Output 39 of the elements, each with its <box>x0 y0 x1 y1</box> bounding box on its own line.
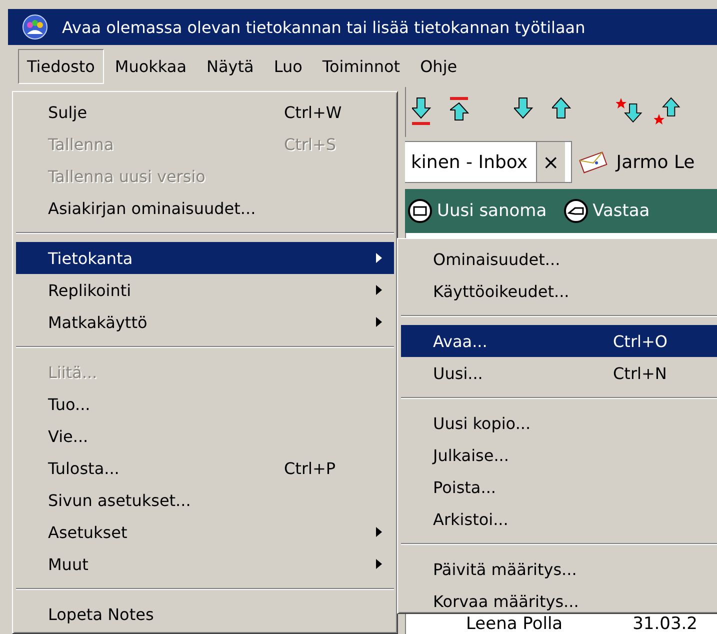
toolbar-button[interactable]: Vastaa <box>562 198 650 224</box>
menu-item[interactable]: Muut <box>16 548 394 580</box>
menu-item[interactable]: Lopeta Notes <box>16 598 394 630</box>
menu-item[interactable]: Matkakäyttö <box>16 306 394 338</box>
toolbar-button[interactable]: Uusi sanoma <box>407 198 547 224</box>
menu-item[interactable]: Uusi kopio... <box>401 407 717 439</box>
menu-bar-item[interactable]: Näytä <box>198 48 263 84</box>
menu-item[interactable]: Ominaisuudet... <box>401 243 717 275</box>
menu-item[interactable]: Tulosta... Ctrl+P <box>16 452 394 484</box>
table-cell: Leena Polla <box>466 614 563 634</box>
close-tab-button[interactable]: × <box>536 142 566 182</box>
menu-bar-item[interactable]: Tiedosto <box>18 48 104 84</box>
menu-bar-item[interactable]: Toiminnot <box>313 48 410 84</box>
menu-item[interactable]: Sulje Ctrl+W <box>16 96 394 128</box>
starred-arrow-up-icon <box>654 97 682 127</box>
menu-item[interactable]: Tietokanta <box>16 242 394 274</box>
menu-item[interactable]: Tuo... <box>16 388 394 420</box>
menu-item[interactable]: Korvaa määritys... <box>401 585 717 617</box>
menu-bar-item[interactable]: Muokkaa <box>106 48 196 84</box>
menu-item[interactable]: Päivitä määritys... <box>401 553 717 585</box>
menu-item[interactable]: Avaa... Ctrl+O <box>401 325 717 357</box>
menu-item[interactable]: Arkistoi... <box>401 503 717 535</box>
menu-item[interactable]: Käyttöoikeudet... <box>401 275 717 307</box>
menu-item[interactable]: Replikointi <box>16 274 394 306</box>
menu-bar-item[interactable]: Luo <box>264 48 312 84</box>
menu-item[interactable]: Julkaise... <box>401 439 717 471</box>
app-icon <box>22 14 48 40</box>
menu-item[interactable]: Sivun asetukset... <box>16 484 394 516</box>
tab[interactable]: kinen - Inbox × <box>405 141 572 183</box>
menu-item[interactable]: Uusi... Ctrl+N <box>401 357 717 389</box>
menu-item[interactable]: Asiakirjan ominaisuudet... <box>16 192 394 224</box>
reply-icon <box>562 198 589 224</box>
menu-item[interactable]: Vie... <box>16 420 394 452</box>
menu-item[interactable]: Poista... <box>401 471 717 503</box>
menu-item[interactable]: Asetukset <box>16 516 394 548</box>
menu-bar-item[interactable]: Ohje <box>411 48 466 84</box>
window-title: Avaa olemassa olevan tietokannan tai lisää tietokannan työtilaan <box>62 18 586 36</box>
new-message-icon <box>407 198 433 224</box>
table-cell: 31.03.2 <box>632 614 698 634</box>
